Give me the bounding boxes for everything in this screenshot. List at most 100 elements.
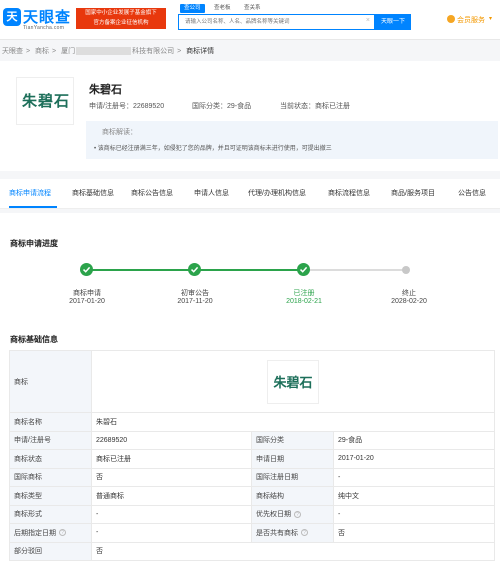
basic-info-section-title: 商标基础信息 <box>10 335 58 344</box>
cell-key: 商标形式 <box>9 504 92 524</box>
step-date: 2028-02-20 <box>391 298 427 305</box>
cell-key: 国际分类 <box>251 430 334 450</box>
step-date-current: 2018-02-21 <box>286 298 322 305</box>
cell-value: 商标已注册 <box>91 449 252 469</box>
vip-service-link[interactable]: 会员服务 <box>457 15 485 25</box>
table-row: 国际商标 否 国际注册日期 - <box>9 467 495 487</box>
table-row: 部分驳回 否 <box>9 541 495 561</box>
basic-info-table: 商标 朱碧石 商标名称 朱碧石 申请/注册号 22689520 国际分类 29-… <box>9 350 495 561</box>
help-icon[interactable]: ? <box>294 510 301 518</box>
step-date: 2017-11-20 <box>177 298 213 305</box>
breadcrumb-current: 商标详情 <box>186 48 215 55</box>
progress-line-pending <box>305 269 406 271</box>
redacted-block <box>76 47 132 56</box>
section-tabs: 商标申请流程 商标基础信息 商标公告信息 申请人信息 代理/办理机构信息 商标流… <box>0 179 500 209</box>
step-done-check-icon <box>297 263 310 276</box>
trademark-name: 朱碧石 <box>89 84 122 96</box>
step-done-check-icon <box>188 263 201 276</box>
chevron-down-icon[interactable]: ▾ <box>489 15 492 22</box>
current-status: 当前状态：商标已注册 <box>280 103 350 110</box>
cell-value: - <box>91 504 252 524</box>
search-box: × <box>178 14 375 30</box>
tab-applicant-info[interactable]: 申请人信息 <box>194 179 229 209</box>
interpretation-title: 商标解读： <box>102 129 137 136</box>
table-row: 商标 朱碧石 <box>9 350 495 413</box>
cell-key: 商标类型 <box>9 486 92 506</box>
trademark-image-small[interactable]: 朱碧石 <box>267 359 319 404</box>
table-row: 商标状态 商标已注册 申请日期 2017-01-20 <box>9 449 495 469</box>
search-tab-boss[interactable]: 查老板 <box>210 4 235 13</box>
tab-process-info[interactable]: 商标流程信息 <box>328 179 370 209</box>
step-label: 初审公告 <box>181 290 209 297</box>
cell-value: 普通商标 <box>91 486 252 506</box>
breadcrumb-home[interactable]: 天眼查 <box>2 48 23 55</box>
promo-line2: 官方备案企业征信机构 <box>93 19 149 26</box>
trademark-summary-card: 朱碧石 朱碧石 申请/注册号：22689520 国际分类：29-食品 当前状态：… <box>0 61 500 171</box>
cell-value: 否 <box>91 467 252 487</box>
clear-icon[interactable]: × <box>366 17 370 24</box>
cell-key: 申请日期 <box>251 449 334 469</box>
table-row: 商标形式 - 优先权日期? - <box>9 504 495 524</box>
search-tab-relation[interactable]: 查关系 <box>240 4 265 13</box>
cell-key: 部分驳回 <box>9 541 92 561</box>
intl-class: 国际分类：29-食品 <box>192 103 252 110</box>
cell-value: - <box>333 504 495 524</box>
promo-line1: 国家中小企业发展子基金旗下 <box>85 10 157 16</box>
tab-goods-services[interactable]: 商品/服务项目 <box>391 179 435 209</box>
cell-value: 否 <box>91 541 495 561</box>
cell-key: 国际商标 <box>9 467 92 487</box>
cell-value: 29-食品 <box>333 430 495 450</box>
tab-agency-info[interactable]: 代理/办理机构信息 <box>248 179 306 209</box>
cell-value: 22689520 <box>91 430 252 450</box>
tab-announcement-info[interactable]: 商标公告信息 <box>131 179 173 209</box>
cell-key: 商标 <box>9 350 92 413</box>
cell-value: - <box>333 467 495 487</box>
cell-value: - <box>91 523 252 543</box>
tab-notice-info[interactable]: 公告信息 <box>458 179 486 209</box>
interpretation-box: 商标解读： • 该商标已经注册满三年，如侵犯了您的品牌，并且可证明该商标未进行使… <box>86 121 498 159</box>
table-row: 申请/注册号 22689520 国际分类 29-食品 <box>9 430 495 450</box>
cell-key-with-help: 是否共有商标? <box>251 523 334 543</box>
cell-value: 朱碧石 <box>91 412 495 432</box>
step-date: 2017-01-20 <box>69 298 105 305</box>
cell-key-with-help: 优先权日期? <box>251 504 334 524</box>
cell-key: 申请/注册号 <box>9 430 92 450</box>
table-row: 商标名称 朱碧石 <box>9 412 495 432</box>
cell-key: 商标状态 <box>9 449 92 469</box>
search-tab-company[interactable]: 查公司 <box>180 4 205 13</box>
cell-key: 商标结构 <box>251 486 334 506</box>
tab-basic-info[interactable]: 商标基础信息 <box>72 179 114 209</box>
promo-banner[interactable]: 国家中小企业发展子基金旗下 官方备案企业征信机构 <box>76 8 166 29</box>
cell-value: 2017-01-20 <box>333 449 495 469</box>
breadcrumb-trademark[interactable]: 商标 <box>35 48 49 55</box>
active-tab-indicator <box>9 206 57 208</box>
logo-icon[interactable]: 天 <box>3 8 21 26</box>
breadcrumb: 天眼查 > 商标 > 厦门 科技有限公司 > 商标详情 <box>2 47 215 56</box>
top-header: 天 天眼查 TianYancha.com 国家中小企业发展子基金旗下 官方备案企… <box>0 0 500 40</box>
logo-domain: TianYancha.com <box>23 25 65 31</box>
tab-application-process[interactable]: 商标申请流程 <box>9 179 51 209</box>
step-label: 商标申请 <box>73 290 101 297</box>
cell-key-with-help: 后期指定日期? <box>9 523 92 543</box>
progress-tracker: 商标申请 2017-01-20 初审公告 2017-11-20 已注册 2018… <box>0 258 500 318</box>
main-content: 商标申请进度 商标申请 2017-01-20 初审公告 2017-11-20 已… <box>0 213 500 584</box>
reg-no: 申请/注册号：22689520 <box>89 103 165 110</box>
trademark-image[interactable]: 朱碧石 <box>16 77 74 125</box>
cell-value: 否 <box>333 523 495 543</box>
cell-value: 纯中文 <box>333 486 495 506</box>
help-icon[interactable]: ? <box>59 529 66 537</box>
table-row: 后期指定日期? - 是否共有商标? 否 <box>9 523 495 543</box>
help-icon[interactable]: ? <box>301 529 308 537</box>
search-input[interactable] <box>185 15 355 29</box>
search-button[interactable]: 天眼一下 <box>375 14 411 30</box>
logo-text[interactable]: 天眼查 <box>23 6 71 27</box>
table-row: 商标类型 普通商标 商标结构 纯中文 <box>9 486 495 506</box>
cell-key: 商标名称 <box>9 412 92 432</box>
progress-section-title: 商标申请进度 <box>10 239 58 248</box>
interpretation-text: • 该商标已经注册满三年，如侵犯了您的品牌，并且可证明该商标未进行使用，可提出撤… <box>94 146 332 152</box>
trademark-logo-text: 朱碧石 <box>21 93 70 110</box>
step-done-check-icon <box>80 263 93 276</box>
step-pending-dot-icon <box>402 266 410 274</box>
cell-trademark-image: 朱碧石 <box>91 350 495 413</box>
breadcrumb-company[interactable]: 厦门 科技有限公司 <box>61 47 174 56</box>
